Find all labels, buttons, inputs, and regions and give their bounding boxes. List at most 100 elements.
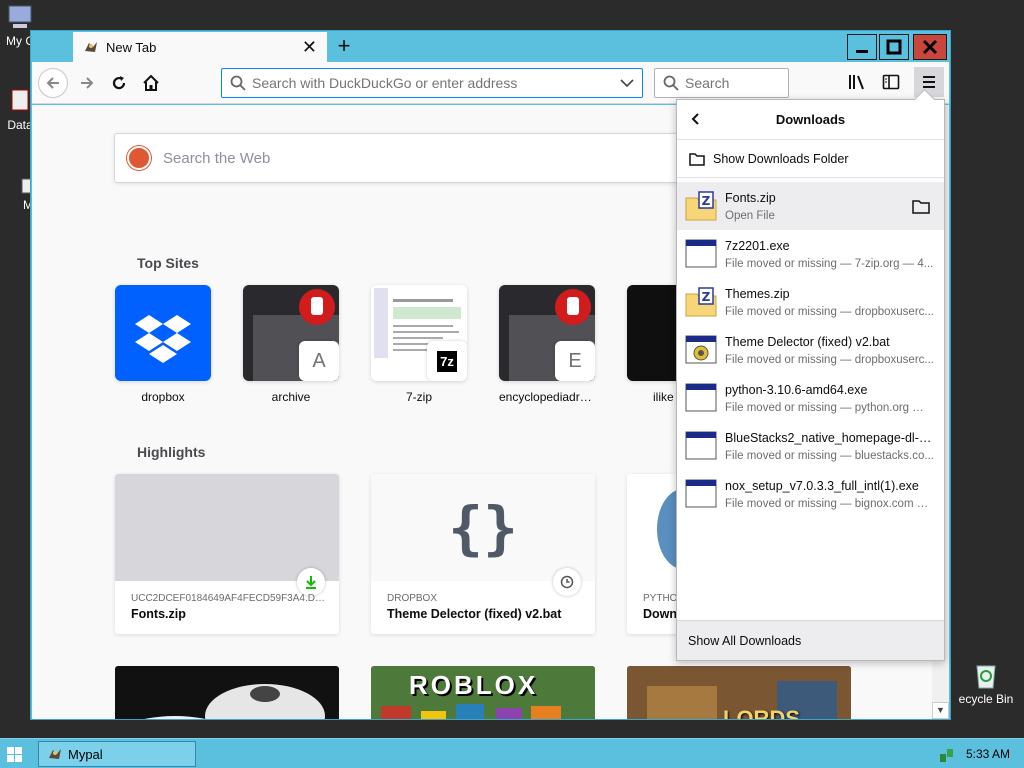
- zip-folder-icon: Z: [685, 191, 717, 221]
- download-name: 7z2201.exe: [725, 238, 790, 253]
- download-name: nox_setup_v7.0.3.3_full_intl(1).exe: [725, 478, 919, 493]
- address-bar[interactable]: [221, 68, 643, 98]
- library-button[interactable]: [848, 73, 866, 96]
- downloads-panel-title: Downloads: [775, 112, 846, 127]
- taskbar: Mypal 5:33 AM: [0, 738, 1024, 768]
- site-thumbnail: [115, 285, 211, 381]
- highlights-heading[interactable]: Highlights: [137, 444, 205, 460]
- download-item[interactable]: Theme Delector (fixed) v2.bat File moved…: [677, 326, 944, 374]
- chevron-left-icon[interactable]: [689, 112, 703, 126]
- exe-window-icon: [685, 239, 717, 268]
- download-status: File moved or missing — bignox.com — ...: [725, 497, 935, 510]
- network-tray-icon[interactable]: [938, 746, 956, 764]
- web-search-box[interactable]: Search the Web: [114, 133, 714, 183]
- close-window-button[interactable]: [913, 34, 947, 60]
- highlight-card-theme-delector[interactable]: {} DROPBOX Theme Delector (fixed) v2.bat: [371, 474, 595, 634]
- highlight-card-fonts-zip[interactable]: UCC2DCEF0184649AF4FECD59F3A4.DL.DR... Fo…: [115, 474, 339, 634]
- download-item[interactable]: BlueStacks2_native_homepage-dl-but... Fi…: [677, 422, 944, 470]
- highlight-title: Fonts.zip: [131, 607, 186, 621]
- hamburger-menu-icon: [923, 76, 935, 88]
- desktop-icon-recycle-bin[interactable]: ecycle Bin: [948, 658, 1024, 706]
- download-name: python-3.10.6-amd64.exe: [725, 382, 868, 397]
- 7zip-logo-text: 7z: [437, 350, 457, 372]
- site-letter-badge: A: [299, 341, 339, 381]
- top-sites-heading[interactable]: Top Sites: [137, 255, 199, 271]
- site-letter-badge: 7z: [427, 341, 467, 381]
- top-site-dropbox[interactable]: dropbox: [115, 285, 211, 404]
- tab-bar: New Tab ✕ +: [31, 31, 950, 62]
- highlight-source: UCC2DCEF0184649AF4FECD59F3A4.DL.DR...: [131, 593, 326, 604]
- computer-icon: [8, 5, 32, 28]
- download-status: File moved or missing — bluestacks.co...: [725, 449, 934, 462]
- downloads-panel-header: Downloads: [677, 100, 944, 140]
- roblox-title-text: ROBLOX: [409, 670, 539, 700]
- highlight-card-roblox[interactable]: ROBLOX: [371, 666, 595, 719]
- taskbar-clock[interactable]: 5:33 AM: [966, 747, 1010, 761]
- address-input[interactable]: [252, 75, 620, 91]
- download-item[interactable]: 7z2201.exe File moved or missing — 7-zip…: [677, 230, 944, 278]
- site-thumbnail: A: [243, 285, 339, 381]
- search-icon: [663, 75, 679, 91]
- sidebar-button[interactable]: [882, 73, 900, 96]
- chevron-down-icon[interactable]: [620, 78, 634, 88]
- duckduckgo-icon: [127, 146, 151, 170]
- desktop-icon-label: Data: [7, 118, 33, 132]
- scroll-down-arrow-icon[interactable]: ▼: [932, 702, 949, 719]
- highlight-card-device[interactable]: [115, 666, 339, 719]
- search-icon: [230, 75, 246, 91]
- site-label: archive: [271, 390, 311, 404]
- site-label: 7-zip: [405, 390, 432, 404]
- download-item[interactable]: nox_setup_v7.0.3.3_full_intl(1).exe File…: [677, 470, 944, 518]
- download-item[interactable]: Z Themes.zip File moved or missing — dro…: [677, 278, 944, 326]
- top-site-7zip[interactable]: 7z 7-zip: [371, 285, 467, 404]
- download-item[interactable]: python-3.10.6-amd64.exe File moved or mi…: [677, 374, 944, 422]
- close-tab-icon[interactable]: ✕: [302, 37, 317, 58]
- site-thumbnail: E: [499, 285, 595, 381]
- tab-new-tab[interactable]: New Tab ✕: [73, 32, 327, 62]
- maximize-button[interactable]: [879, 34, 909, 60]
- show-all-downloads-button[interactable]: Show All Downloads: [677, 620, 944, 660]
- download-status: File moved or missing — dropboxuserc...: [725, 305, 934, 318]
- search-bar[interactable]: [654, 68, 789, 98]
- download-status: File moved or missing — dropboxuserc...: [725, 353, 934, 366]
- svg-text:Z: Z: [702, 194, 711, 208]
- download-name: BlueStacks2_native_homepage-dl-but...: [725, 430, 935, 445]
- site-label: dropbox: [141, 390, 185, 404]
- search-input[interactable]: [685, 75, 775, 91]
- site-label: encyclopediadra...: [499, 390, 595, 404]
- windows-start-icon[interactable]: [7, 747, 23, 763]
- code-braces-icon: {}: [371, 474, 595, 581]
- forward-button[interactable]: [72, 68, 102, 98]
- downloads-list: Z Fonts.zip Open File 7z2201.exe File mo…: [677, 182, 944, 518]
- bat-gear-icon: [685, 335, 717, 364]
- show-downloads-folder-button[interactable]: Show Downloads Folder: [677, 140, 944, 178]
- exe-window-icon: [685, 383, 717, 412]
- highlight-thumbnail: [115, 474, 339, 581]
- back-button[interactable]: [38, 68, 68, 98]
- library-icon: [849, 75, 864, 90]
- show-all-downloads-label: Show All Downloads: [688, 633, 802, 648]
- taskbar-item-mypal[interactable]: Mypal: [38, 741, 196, 767]
- arrow-left-icon: [46, 77, 59, 89]
- exe-window-icon: [685, 479, 717, 508]
- download-item[interactable]: Z Fonts.zip Open File: [677, 182, 944, 230]
- reload-button[interactable]: [104, 68, 134, 98]
- highlight-card-lords-mobile[interactable]: LORDS: [627, 666, 851, 719]
- arrow-right-icon: [81, 77, 94, 89]
- zip-folder-icon: Z: [685, 287, 717, 317]
- downloads-panel: Downloads Show Downloads Folder Z Fonts.…: [676, 99, 945, 661]
- minimize-button[interactable]: [847, 34, 877, 60]
- download-name: Theme Delector (fixed) v2.bat: [725, 334, 890, 349]
- mypal-icon: [49, 749, 61, 759]
- download-name: Themes.zip: [725, 286, 790, 301]
- file-icon: [11, 89, 29, 111]
- open-folder-icon[interactable]: [912, 199, 930, 214]
- new-tab-button[interactable]: +: [331, 34, 357, 60]
- lords-mobile-title-text: LORDS: [723, 706, 800, 719]
- home-button[interactable]: [136, 68, 166, 98]
- taskbar-item-label: Mypal: [68, 746, 103, 762]
- device-image: [144, 684, 325, 719]
- top-site-encyclopediadramatica[interactable]: E encyclopediadra...: [499, 285, 595, 404]
- close-icon: [922, 39, 938, 55]
- top-site-archive[interactable]: A archive: [243, 285, 339, 404]
